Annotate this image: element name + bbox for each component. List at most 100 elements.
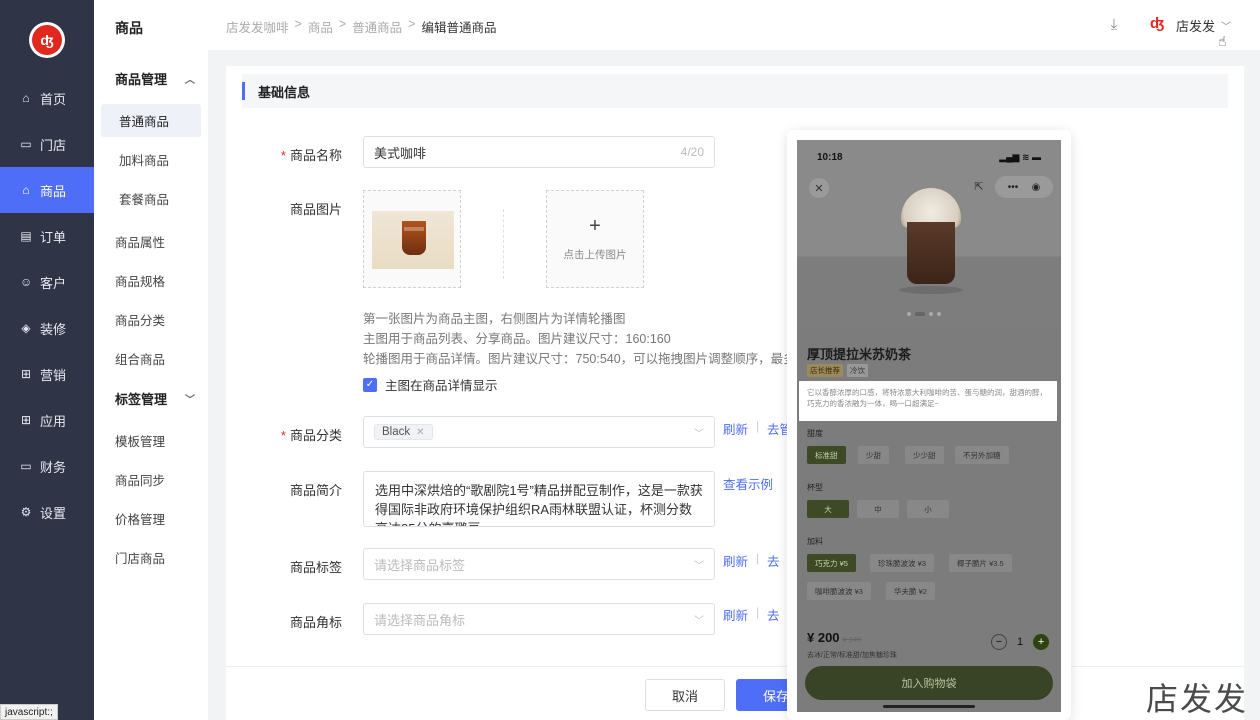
- carousel-dots[interactable]: [907, 312, 941, 316]
- sidebar-item-specs[interactable]: 商品规格: [115, 264, 195, 297]
- chevron-up-icon: ︿: [185, 75, 195, 86]
- category-tag: Black ✕: [374, 424, 433, 440]
- sidebar-group-tags[interactable]: 标签管理 ﹀: [115, 389, 195, 408]
- cup-option[interactable]: 小: [907, 500, 949, 518]
- sidebar-item-sync[interactable]: 商品同步: [115, 463, 195, 496]
- category-label: * 商品分类: [280, 428, 342, 443]
- sidebar-item-attributes[interactable]: 商品属性: [115, 225, 195, 258]
- browser-status-url: javascript:;: [0, 704, 58, 720]
- link-separator: |: [756, 419, 760, 433]
- app-logo[interactable]: ʤ: [29, 22, 65, 58]
- product-price: ¥ 200 ¥ 240: [807, 630, 862, 645]
- mobile-preview: 10:18 ▂▄▆ ≋ ▬ ✕ ⇱ ••• ◉ 厚顶提拉米苏奶茶 店长推荐 冷饮…: [787, 130, 1071, 720]
- crumb-normal[interactable]: 普通商品: [352, 17, 402, 36]
- mini-program-capsule[interactable]: ••• ◉: [995, 176, 1053, 198]
- main-nav-rail: ʤ ⌂ 首页 ▭ 门店 ⌂ 商品 ▤ 订单 ☺ 客户 ◈ 装修 ⊞ 营销 ⊞ 应用 ▭ 财务 ⚙ 设…: [0, 0, 94, 720]
- addon-option[interactable]: 珍珠脆波波 ¥3: [870, 554, 934, 572]
- rail-item-home[interactable]: ⌂ 首页: [0, 75, 94, 121]
- addon-option[interactable]: 咖啡脆波波 ¥3: [807, 582, 871, 600]
- corner-refresh-link[interactable]: 刷新: [723, 605, 748, 624]
- cancel-button[interactable]: 取消: [645, 679, 725, 711]
- sidebar-item-bundle[interactable]: 组合商品: [115, 342, 195, 375]
- rail-item-apps[interactable]: ⊞ 应用: [0, 397, 94, 443]
- tag-refresh-link[interactable]: 刷新: [723, 551, 748, 570]
- grid-icon: ⊞: [20, 413, 32, 427]
- user-name: 店发发: [1176, 18, 1216, 34]
- product-title: 厚顶提拉米苏奶茶: [807, 347, 912, 362]
- download-icon[interactable]: ⤓: [1106, 16, 1122, 33]
- upload-image-button[interactable]: + 点击上传图片: [546, 190, 644, 288]
- user-menu[interactable]: ʤ 店发发 ﹀: [1150, 15, 1231, 35]
- category-select[interactable]: Black ✕ ﹀: [363, 416, 715, 448]
- sidebar-item-price[interactable]: 价格管理: [115, 502, 195, 535]
- more-icon[interactable]: •••: [1008, 182, 1019, 193]
- link-separator: |: [756, 605, 760, 619]
- rail-item-orders[interactable]: ▤ 订单: [0, 213, 94, 259]
- intro-textarea[interactable]: 选用中深烘焙的“歌剧院1号”精品拼配豆制作，这是一款获得国际非政府环境保护组织R…: [363, 471, 715, 527]
- crumb-home[interactable]: 店发发咖啡: [226, 17, 289, 36]
- selected-options-summary: 去冰/正常/标准甜/加焦糖珍珠: [807, 652, 897, 659]
- gift-icon: ⊞: [20, 367, 32, 381]
- sweetness-title: 甜度: [807, 429, 823, 438]
- rail-item-marketing[interactable]: ⊞ 营销: [0, 351, 94, 397]
- rail-item-settings[interactable]: ⚙ 设置: [0, 489, 94, 535]
- tag-manage-link[interactable]: 去: [767, 551, 780, 570]
- rail-label: 设置: [40, 505, 67, 521]
- sweet-option[interactable]: 少少甜: [905, 446, 944, 464]
- main-image[interactable]: [363, 190, 461, 288]
- minus-icon[interactable]: −: [991, 634, 1007, 650]
- sidebar-item-normal-goods[interactable]: 普通商品: [101, 104, 201, 137]
- close-icon[interactable]: ✕: [416, 427, 424, 438]
- addon-option[interactable]: 巧克力 ¥5: [807, 554, 856, 572]
- cup-option[interactable]: 大: [807, 500, 849, 518]
- name-input[interactable]: 美式咖啡 4/20: [363, 136, 715, 168]
- sidebar-item-label: 门店商品: [115, 552, 166, 566]
- addon-option[interactable]: 华夫脆 ¥2: [886, 582, 935, 600]
- sidebar-item-label: 普通商品: [119, 115, 170, 129]
- sidebar-item-combo-goods[interactable]: 套餐商品: [101, 182, 201, 215]
- group-label: 标签管理: [115, 392, 168, 407]
- layers-icon: ◈: [21, 321, 31, 335]
- crumb-goods[interactable]: 商品: [308, 17, 333, 36]
- image-hint-3: 轮播图用于商品详情。图片建议尺寸：750:540，可以拖拽图片调整顺序，最多: [363, 352, 796, 366]
- name-label: * 商品名称: [280, 148, 342, 163]
- sidebar-item-addon-goods[interactable]: 加料商品: [101, 143, 201, 176]
- section-title: 基础信息: [258, 84, 311, 100]
- addon-option[interactable]: 椰子脆片 ¥3.5: [949, 554, 1012, 572]
- intro-label: 商品简介: [289, 483, 342, 498]
- rail-item-goods[interactable]: ⌂ 商品: [0, 167, 94, 213]
- category-refresh-link[interactable]: 刷新: [723, 419, 748, 438]
- sweet-option[interactable]: 标准甜: [807, 446, 846, 464]
- close-icon[interactable]: ✕: [809, 178, 829, 198]
- main-image-in-detail-checkbox[interactable]: ✓ 主图在商品详情显示: [363, 375, 498, 394]
- target-icon[interactable]: ◉: [1032, 182, 1041, 193]
- tag-label: 商品标签: [289, 560, 342, 575]
- sidebar-group-goods-manage[interactable]: 商品管理 ︿: [115, 69, 195, 88]
- corner-select[interactable]: 请选择商品角标 ﹀: [363, 603, 715, 635]
- sidebar-item-categories[interactable]: 商品分类: [115, 303, 195, 336]
- rail-item-decor[interactable]: ◈ 装修: [0, 305, 94, 351]
- rail-item-finance[interactable]: ▭ 财务: [0, 443, 94, 489]
- top-bar: 店发发咖啡 > 商品 > 普通商品 > 编辑普通商品 ⤓ ʤ 店发发 ﹀ ☝: [208, 0, 1260, 50]
- rail-item-store[interactable]: ▭ 门店: [0, 121, 94, 167]
- crumb-sep: >: [294, 17, 302, 31]
- image-hint-2: 主图用于商品列表、分享商品。图片建议尺寸：160:160: [363, 332, 671, 346]
- see-example-link[interactable]: 查看示例: [723, 474, 773, 493]
- quantity-value: 1: [1017, 636, 1024, 648]
- sidebar-item-store-goods[interactable]: 门店商品: [115, 541, 195, 574]
- addon-title: 加料: [807, 537, 823, 546]
- sweet-option[interactable]: 少甜: [858, 446, 889, 464]
- add-to-cart-button[interactable]: 加入购物袋: [805, 666, 1053, 700]
- phone-screen: 10:18 ▂▄▆ ≋ ▬ ✕ ⇱ ••• ◉ 厚顶提拉米苏奶茶 店长推荐 冷饮…: [797, 140, 1061, 712]
- share-icon[interactable]: ⇱: [971, 180, 987, 196]
- sweet-option[interactable]: 不另外加糖: [955, 446, 1009, 464]
- sidebar-item-templates[interactable]: 模板管理: [115, 424, 195, 457]
- signal-icon: ▂▄▆ ≋ ▬: [999, 151, 1041, 162]
- rail-item-customers[interactable]: ☺ 客户: [0, 259, 94, 305]
- corner-manage-link[interactable]: 去: [767, 605, 780, 624]
- rail-label: 商品: [40, 183, 67, 199]
- plus-icon[interactable]: +: [1033, 634, 1050, 650]
- tag-select[interactable]: 请选择商品标签 ﹀: [363, 548, 715, 580]
- section-header: 基础信息: [242, 74, 1228, 108]
- cup-option[interactable]: 中: [857, 500, 899, 518]
